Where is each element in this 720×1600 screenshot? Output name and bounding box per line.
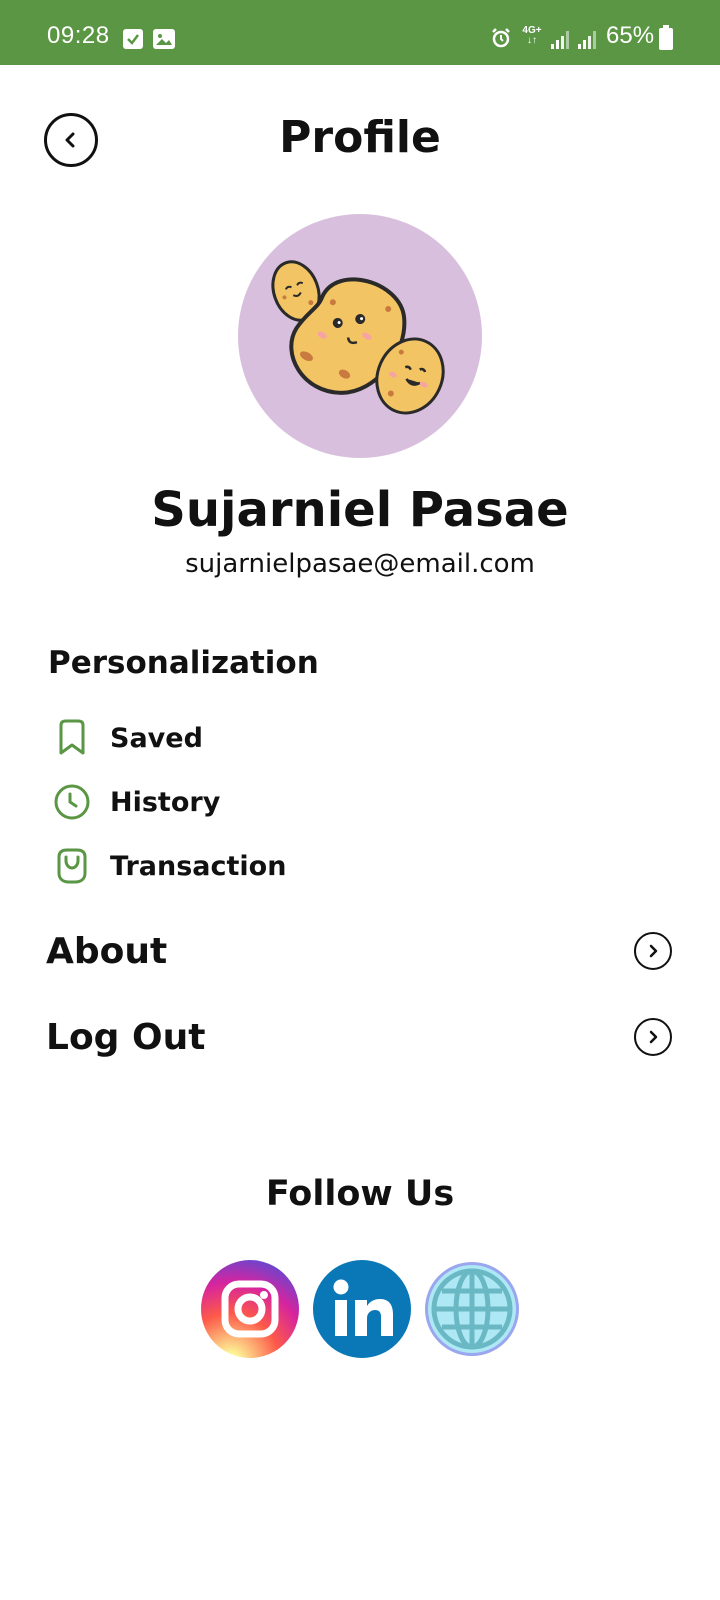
personalization-heading: Personalization (48, 645, 319, 681)
follow-us-title: Follow Us (265, 1174, 455, 1214)
saved-label: Saved (110, 722, 203, 754)
page-title: Profile (279, 112, 441, 163)
status-time: 09:28 (47, 22, 110, 49)
signal-strength-icon (577, 30, 597, 50)
history-label: History (110, 786, 221, 818)
chevron-right-circle-icon[interactable] (634, 932, 672, 970)
potato-avatar-icon (271, 260, 445, 415)
chevron-right-circle-icon[interactable] (634, 1018, 672, 1056)
instagram-link[interactable] (201, 1260, 299, 1358)
bookmark-icon (50, 716, 94, 760)
saved-item[interactable]: Saved (50, 715, 203, 761)
website-link[interactable] (425, 1262, 519, 1356)
history-item[interactable]: History (50, 779, 220, 825)
about-row[interactable]: About (46, 926, 676, 976)
logout-label: Log Out (46, 1016, 206, 1058)
logout-row[interactable]: Log Out (46, 1012, 676, 1062)
globe-icon (431, 1268, 513, 1350)
instagram-icon (221, 1280, 279, 1338)
avatar[interactable] (238, 214, 482, 458)
network-type-label: 4G+ (522, 25, 542, 36)
battery-percentage: 65% (606, 22, 655, 49)
status-bar: 09:28 4G+ ↓↑ 65% (0, 0, 720, 65)
clock-icon (50, 780, 94, 824)
linkedin-icon (333, 1279, 393, 1336)
user-email: sujarnielpasae@email.com (185, 549, 535, 579)
image-notification-icon (153, 29, 175, 49)
signal-strength-icon (550, 30, 570, 50)
alarm-icon (490, 27, 512, 49)
transaction-label: Transaction (110, 850, 287, 882)
transaction-item[interactable]: Transaction (50, 843, 286, 889)
network-type-indicator: 4G+ ↓↑ (522, 25, 542, 46)
user-name: Sujarniel Pasae (151, 482, 569, 538)
about-label: About (46, 930, 168, 972)
checkbox-notification-icon (123, 29, 143, 49)
shopping-bag-icon (50, 844, 94, 888)
linkedin-link[interactable] (313, 1260, 411, 1358)
battery-icon (659, 25, 673, 50)
